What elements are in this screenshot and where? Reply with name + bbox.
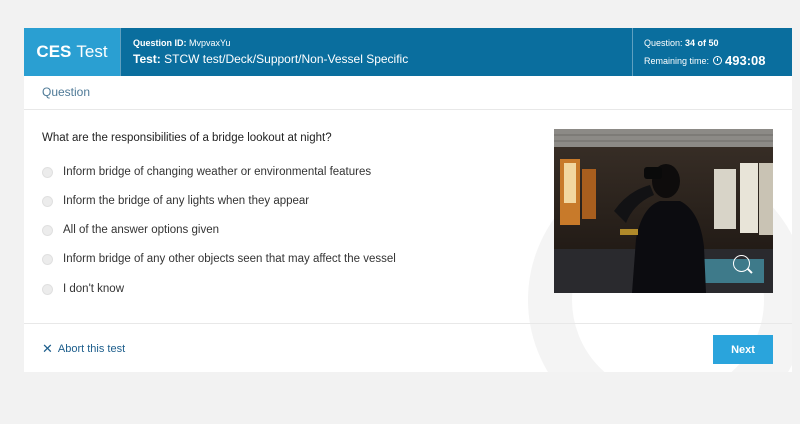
- test-card: CES Test Question ID: MvpvaxYu Test: STC…: [24, 28, 792, 372]
- answer-label: Inform bridge of changing weather or env…: [63, 166, 372, 178]
- header-bar: CES Test Question ID: MvpvaxYu Test: STC…: [24, 28, 792, 76]
- test-meta: Question: 34 of 50 Remaining time: 493:0…: [644, 28, 792, 76]
- question-progress-label: Question:: [644, 38, 683, 48]
- radio-button[interactable]: [42, 195, 53, 207]
- question-progress-value: 34 of 50: [685, 38, 719, 48]
- question-id-value: MvpvaxYu: [189, 38, 231, 48]
- section-header: Question: [24, 76, 792, 110]
- question-info: Question ID: MvpvaxYu Test: STCW test/De…: [120, 28, 633, 76]
- abort-test-link[interactable]: ✕ Abort this test: [42, 342, 125, 355]
- question-text: What are the responsibilities of a bridg…: [42, 132, 332, 144]
- close-icon: ✕: [42, 341, 53, 356]
- test-name: Test: STCW test/Deck/Support/Non-Vessel …: [133, 52, 408, 66]
- remaining-time-value: 493:08: [725, 53, 766, 68]
- answer-option[interactable]: Inform the bridge of any lights when the…: [42, 191, 309, 211]
- question-id-label: Question ID:: [133, 38, 187, 48]
- radio-button[interactable]: [42, 166, 53, 178]
- answer-label: I don't know: [63, 283, 125, 295]
- section-title: Question: [42, 85, 91, 99]
- clock-icon: [713, 56, 723, 65]
- test-name-value: STCW test/Deck/Support/Non-Vessel Specif…: [164, 52, 409, 66]
- question-id: Question ID: MvpvaxYu: [133, 38, 231, 48]
- brand-bold: CES: [36, 42, 72, 61]
- footer-bar: ✕ Abort this test Next: [24, 323, 792, 372]
- brand-logo: CES Test: [24, 28, 120, 76]
- abort-test-label: Abort this test: [57, 342, 126, 355]
- brand-light: Test: [76, 42, 108, 61]
- answer-option[interactable]: Inform bridge of any other objects seen …: [42, 249, 396, 269]
- next-button[interactable]: Next: [713, 335, 773, 364]
- answer-label: All of the answer options given: [63, 224, 219, 236]
- radio-button[interactable]: [42, 224, 53, 236]
- radio-button[interactable]: [42, 283, 53, 295]
- test-label: Test:: [133, 52, 161, 66]
- answer-option[interactable]: Inform bridge of changing weather or env…: [42, 162, 371, 182]
- remaining-time: Remaining time: 493:08: [644, 53, 766, 68]
- answer-option[interactable]: I don't know: [42, 279, 124, 299]
- radio-button[interactable]: [42, 253, 53, 265]
- question-progress: Question: 34 of 50: [644, 38, 719, 48]
- answer-label: Inform bridge of any other objects seen …: [63, 253, 396, 265]
- zoom-icon[interactable]: [733, 255, 750, 272]
- answer-option[interactable]: All of the answer options given: [42, 220, 219, 240]
- answer-label: Inform the bridge of any lights when the…: [63, 195, 310, 207]
- question-image[interactable]: [554, 129, 773, 293]
- remaining-time-label: Remaining time:: [644, 55, 710, 66]
